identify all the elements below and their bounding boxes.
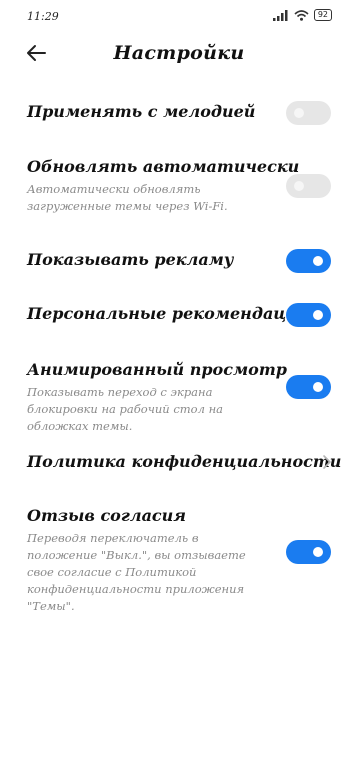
- toggle-knob: [313, 547, 323, 557]
- header: Настройки: [0, 36, 358, 70]
- toggle-knob: [313, 382, 323, 392]
- setting-show-ads[interactable]: Показывать рекламу: [0, 248, 358, 276]
- toggle-knob: [294, 181, 304, 191]
- setting-subtitle: Автоматически обновлять загруженные темы…: [27, 182, 228, 213]
- setting-subtitle: Переводя переключатель в положение "Выкл…: [27, 531, 246, 613]
- toggle-apply-with-ringtone[interactable]: [286, 101, 331, 125]
- status-icons: 92: [272, 9, 332, 21]
- status-bar: 11:29 92: [0, 0, 358, 30]
- setting-title: Персональные рекомендации: [27, 304, 310, 323]
- setting-subtitle: Показывать переход с экрана блокировки н…: [27, 385, 223, 433]
- setting-title: Показывать рекламу: [27, 250, 234, 269]
- setting-apply-with-ringtone[interactable]: Применять с мелодией: [0, 100, 358, 128]
- setting-title: Применять с мелодией: [27, 102, 256, 121]
- chevron-right-icon: [323, 455, 331, 469]
- setting-title: Анимированный просмотр: [27, 360, 287, 379]
- toggle-knob: [294, 108, 304, 118]
- toggle-animated-preview[interactable]: [286, 375, 331, 399]
- setting-title: Политика конфиденциальности: [27, 452, 342, 471]
- setting-privacy-policy[interactable]: Политика конфиденциальности: [0, 450, 358, 478]
- toggle-knob: [313, 256, 323, 266]
- toggle-revoke-consent[interactable]: [286, 540, 331, 564]
- setting-revoke-consent[interactable]: Отзыв согласия Переводя переключатель в …: [0, 506, 358, 613]
- signal-icon: [272, 9, 288, 21]
- wifi-icon: [294, 9, 309, 21]
- setting-animated-preview[interactable]: Анимированный просмотр Показывать перехо…: [0, 360, 358, 433]
- setting-personal-recommendations[interactable]: Персональные рекомендации: [0, 302, 358, 330]
- toggle-auto-update[interactable]: [286, 174, 331, 198]
- setting-auto-update[interactable]: Обновлять автоматически Автоматически об…: [0, 157, 358, 217]
- toggle-show-ads[interactable]: [286, 249, 331, 273]
- setting-title: Отзыв согласия: [27, 506, 187, 525]
- setting-title: Обновлять автоматически: [27, 157, 300, 176]
- toggle-personal-recommendations[interactable]: [286, 303, 331, 327]
- toggle-knob: [313, 310, 323, 320]
- battery-icon: 92: [313, 9, 332, 21]
- page-title: Настройки: [113, 42, 245, 64]
- status-time: 11:29: [27, 10, 59, 23]
